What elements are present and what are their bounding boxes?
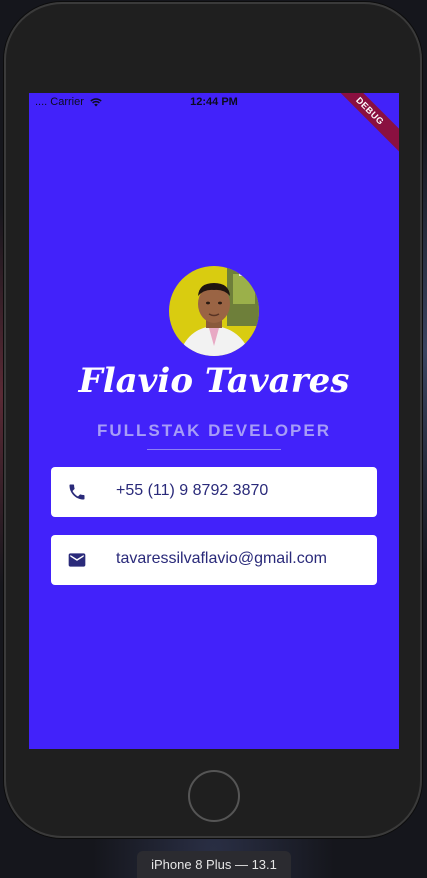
- avatar-image: [169, 266, 259, 356]
- home-button[interactable]: [188, 770, 240, 822]
- phone-number: +55 (11) 9 8792 3870: [116, 482, 269, 499]
- mail-icon: [68, 553, 86, 567]
- divider: [147, 449, 281, 450]
- status-time: 12:44 PM: [190, 96, 238, 108]
- profile-title: FULLSTAK DEVELOPER: [96, 421, 332, 440]
- phone-icon: [69, 484, 85, 500]
- avatar: [169, 266, 259, 356]
- email-address: tavaressilvaflavio@gmail.com: [116, 550, 327, 567]
- phone-card[interactable]: +55 (11) 9 8792 3870: [51, 467, 377, 517]
- email-card[interactable]: tavaressilvaflavio@gmail.com: [51, 535, 377, 585]
- profile-name: Flavio Tavares: [78, 361, 350, 401]
- app-screen: .... Carrier 12:44 PM DEBUG Flavio Tavar: [29, 93, 399, 749]
- simulator-device-label: iPhone 8 Plus — 13.1: [137, 851, 291, 878]
